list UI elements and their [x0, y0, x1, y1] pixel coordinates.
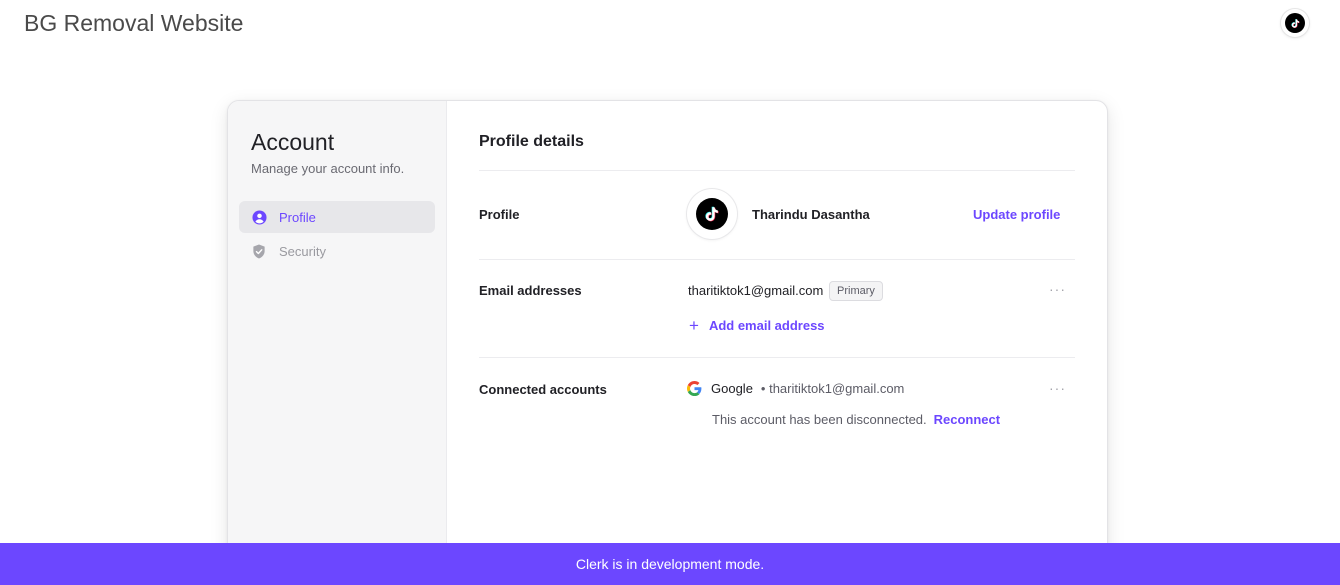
disconnected-notice: This account has been disconnected. Reco… [712, 412, 1000, 427]
email-row-label: Email addresses [479, 283, 582, 298]
account-sidebar: Account Manage your account info. Profil… [228, 101, 447, 559]
email-more-button[interactable]: ··· [1049, 281, 1066, 297]
divider [479, 259, 1075, 260]
google-icon [687, 381, 702, 396]
sidebar-item-label: Security [279, 243, 326, 259]
disconnected-message: This account has been disconnected. [712, 412, 927, 427]
sidebar-item-label: Profile [279, 209, 316, 225]
primary-badge: Primary [829, 281, 883, 301]
page-title: Profile details [479, 133, 584, 150]
divider [479, 357, 1075, 358]
profile-avatar [687, 189, 737, 239]
shield-check-icon [251, 243, 267, 259]
sidebar-item-security[interactable]: Security [239, 235, 435, 267]
add-email-button[interactable]: + Add email address [689, 317, 825, 334]
google-provider-name: Google [711, 381, 753, 396]
add-email-label: Add email address [708, 318, 825, 333]
development-mode-banner: Clerk is in development mode. [0, 543, 1340, 585]
plus-icon: + [689, 316, 699, 335]
user-avatar-button[interactable] [1281, 9, 1309, 37]
google-account-email: • tharitiktok1@gmail.com [760, 381, 905, 396]
user-circle-icon [251, 209, 267, 225]
sidebar-title: Account [251, 129, 335, 155]
email-address: tharitiktok1@gmail.com [688, 283, 824, 298]
connected-accounts-label: Connected accounts [479, 382, 607, 397]
profile-details-panel: Profile details Profile Tharindu Dasanth… [447, 101, 1107, 559]
sidebar-subtitle: Manage your account info. [251, 161, 405, 176]
tiktok-logo-icon [1285, 13, 1305, 33]
connected-account-google: Google • tharitiktok1@gmail.com [687, 381, 904, 396]
update-profile-button[interactable]: Update profile [973, 207, 1060, 222]
divider [479, 170, 1075, 171]
profile-name: Tharindu Dasantha [752, 207, 870, 222]
reconnect-link[interactable]: Reconnect [934, 412, 1000, 427]
sidebar-item-profile[interactable]: Profile [239, 201, 435, 233]
account-card: Account Manage your account info. Profil… [227, 100, 1108, 560]
banner-text: Clerk is in development mode. [575, 556, 765, 572]
connected-more-button[interactable]: ··· [1049, 380, 1066, 396]
tiktok-logo-icon [696, 198, 728, 230]
profile-row-label: Profile [479, 207, 520, 222]
site-title: BG Removal Website [24, 10, 244, 36]
